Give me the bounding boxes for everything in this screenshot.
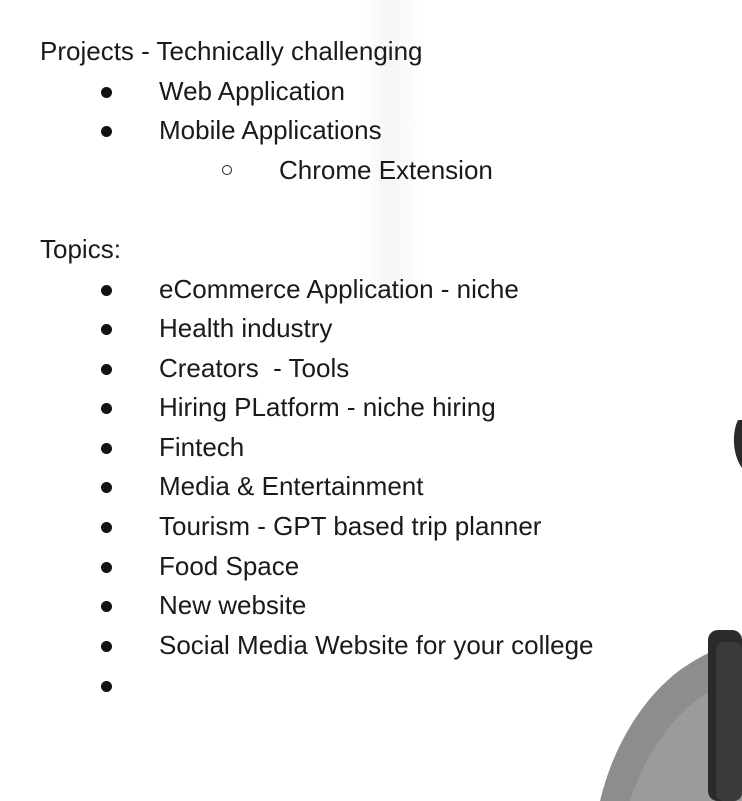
topic-label: Food Space [159,551,300,581]
topic-label: Hiring PLatform - niche hiring [159,392,496,422]
topic-label: Tourism - GPT based trip planner [159,511,542,541]
bullet-icon [101,443,112,454]
list-item-mobile-applications: Mobile Applications [0,115,742,145]
presenter-silhouette-icon [560,420,742,801]
hollow-bullet-icon [222,165,232,175]
topic-label: Health industry [159,313,333,343]
topic-label: New website [159,590,307,620]
projects-heading: Projects - Technically challenging [40,36,423,66]
topic-item: Health industry [0,313,742,343]
topic-label: Media & Entertainment [159,471,424,501]
topic-label: Creators - Tools [159,353,350,383]
topic-item: Creators - Tools [0,353,742,383]
bullet-icon [101,522,112,533]
list-item-web-application: Web Application [0,76,742,106]
bullet-icon [101,324,112,335]
document-page: Projects - Technically challenging Web A… [0,0,742,801]
bullet-icon [101,403,112,414]
list-item-label: Mobile Applications [159,115,382,145]
bullet-icon [101,285,112,296]
topic-label: Social Media Website for your college [159,630,594,660]
bullet-icon [101,126,112,137]
topic-label: eCommerce Application - niche [159,274,519,304]
bullet-icon [101,87,112,98]
topics-heading: Topics: [40,234,121,264]
bullet-icon [101,482,112,493]
topic-item: eCommerce Application - niche [0,274,742,304]
bullet-icon [101,601,112,612]
bullet-icon [101,364,112,375]
topic-item: Hiring PLatform - niche hiring [0,392,742,422]
sublist-item-label: Chrome Extension [279,155,493,185]
sublist-item-chrome-extension: Chrome Extension [0,155,742,185]
topic-label: Fintech [159,432,245,462]
list-item-label: Web Application [159,76,345,106]
bullet-icon [101,681,112,692]
bullet-icon [101,641,112,652]
bullet-icon [101,562,112,573]
